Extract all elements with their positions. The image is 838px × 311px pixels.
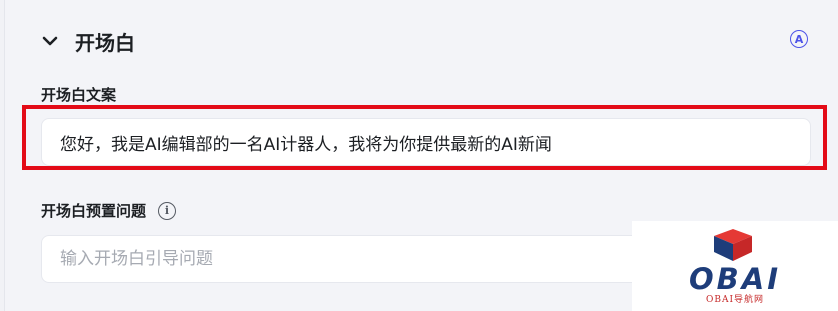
watermark-subtitle: OBAI导航网 — [705, 295, 765, 305]
chevron-down-icon[interactable] — [41, 32, 59, 50]
preset-questions-label-row: 开场白预置问题 i — [41, 200, 177, 221]
watermark-logo: OBAI OBAI导航网 — [632, 221, 838, 311]
watermark-text: OBAI — [689, 262, 781, 296]
auto-icon[interactable]: A — [790, 30, 808, 48]
highlight-box — [22, 105, 827, 170]
preset-questions-label: 开场白预置问题 — [41, 202, 147, 220]
section-title: 开场白 — [75, 30, 135, 55]
cube-logo-icon — [714, 229, 752, 261]
info-icon[interactable]: i — [158, 201, 177, 220]
opening-text-label: 开场白文案 — [41, 86, 117, 104]
section-header-opening[interactable]: 开场白 — [41, 26, 135, 56]
